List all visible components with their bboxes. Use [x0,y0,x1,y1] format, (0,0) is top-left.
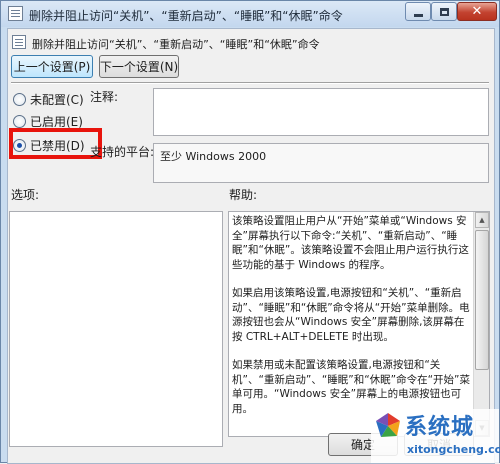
minimize-icon [413,13,423,17]
close-button[interactable]: ✕ [457,2,497,21]
policy-title: 删除并阻止访问“关机”、“重新启动”、“睡眠”和“休眠”命令 [32,38,320,51]
help-label: 帮助: [229,188,258,202]
help-paragraph: 如果禁用或未配置该策略设置,电源按钮和“关机”、“重新启动”、“睡眠”和“休眠”… [232,359,470,415]
watermark-logo-icon [376,413,400,437]
divider [11,82,489,84]
help-scrollbar[interactable]: ▲ ▼ [473,212,489,436]
policy-icon [8,6,23,21]
close-icon: ✕ [471,4,483,19]
help-paragraph: 该策略设置阻止用户从“开始”菜单或“Windows 安全”屏幕执行以下命令:“关… [232,215,469,271]
platform-label: 支持的平台: [90,145,155,159]
scroll-thumb[interactable] [475,230,489,370]
comment-label: 注释: [90,90,119,104]
help-panel: 该策略设置阻止用户从“开始”菜单或“Windows 安全”屏幕执行以下命令:“关… [228,211,490,437]
window-title: 删除并阻止访问“关机”、“重新启动”、“睡眠”和“休眠”命令 [29,9,343,23]
maximize-button[interactable] [431,2,457,21]
minimize-button[interactable] [405,2,431,21]
policy-window: 删除并阻止访问“关机”、“重新启动”、“睡眠”和“休眠”命令 ✕ 删除并阻止访问… [0,0,500,464]
previous-setting-button[interactable]: 上一个设置(P) [11,55,93,78]
options-label: 选项: [11,188,40,202]
radio-circle[interactable] [13,93,26,106]
comment-textarea[interactable] [153,88,489,136]
radio-label: 未配置(C) [30,93,84,107]
title-bar[interactable]: 删除并阻止访问“关机”、“重新启动”、“睡眠”和“休眠”命令 ✕ [1,1,499,27]
next-setting-button[interactable]: 下一个设置(N) [99,55,179,78]
watermark: 系统城 xitongcheng.com [371,409,500,463]
watermark-brand: 系统城 [405,415,475,440]
highlight-annotation [9,128,102,159]
options-panel [9,211,223,447]
platform-value: 至少 Windows 2000 [153,143,489,183]
radio-not-configured[interactable]: 未配置(C) [13,91,84,108]
scroll-up-icon[interactable]: ▲ [475,212,489,228]
maximize-icon [439,7,449,16]
watermark-url: xitongcheng.com [407,443,500,456]
setting-icon [12,35,26,49]
dialog-body: 删除并阻止访问“关机”、“重新启动”、“睡眠”和“休眠”命令 上一个设置(P) … [7,28,495,464]
help-paragraph: 如果启用该策略设置,电源按钮和“关机”、“重新启动”、“睡眠”和“休眠”命令将从… [232,287,470,343]
help-text: 该策略设置阻止用户从“开始”菜单或“Windows 安全”屏幕执行以下命令:“关… [232,214,472,430]
radio-circle[interactable] [13,115,26,128]
